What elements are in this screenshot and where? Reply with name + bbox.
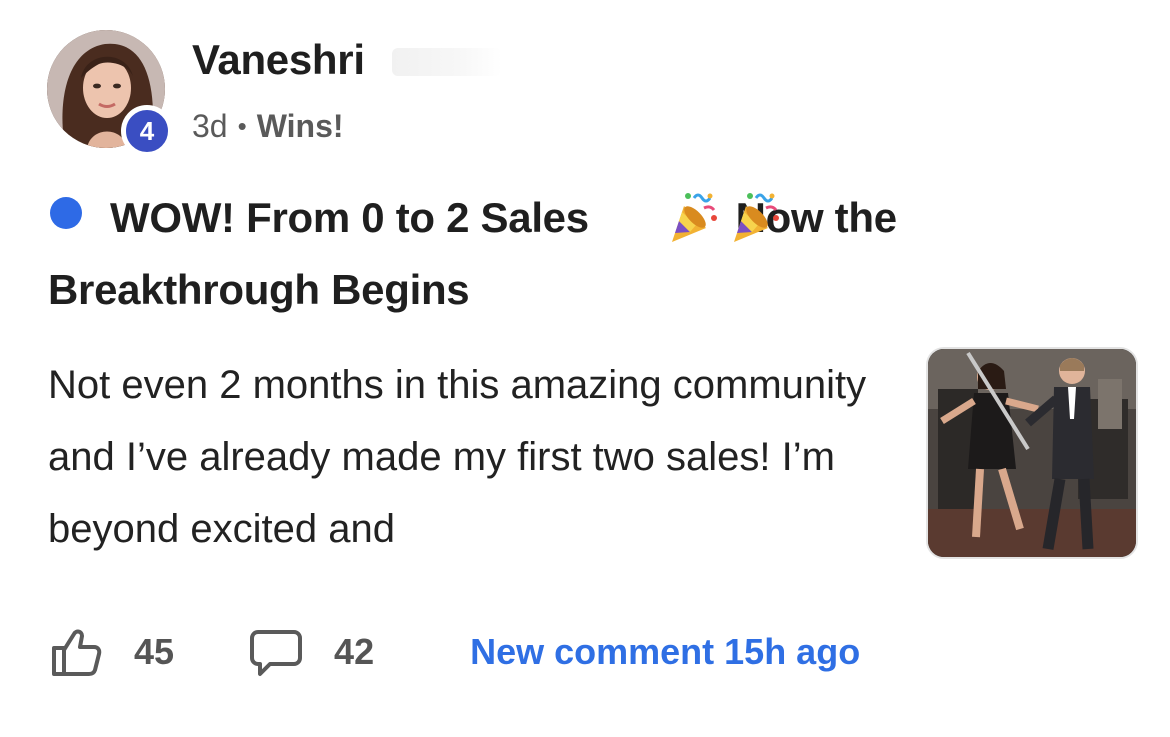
post-category[interactable]: Wins! bbox=[257, 108, 344, 145]
thumbs-up-icon bbox=[48, 624, 104, 680]
post-body[interactable]: Not even 2 months in this amazing commun… bbox=[48, 349, 878, 565]
avatar-container[interactable]: 4 bbox=[47, 30, 173, 157]
party-popper-icon bbox=[602, 188, 718, 246]
comment-button[interactable]: 42 bbox=[248, 624, 374, 680]
like-count: 45 bbox=[134, 631, 175, 672]
author-surname-redacted bbox=[392, 48, 502, 76]
comment-count: 42 bbox=[334, 631, 375, 672]
post-time: 3d bbox=[192, 108, 228, 144]
new-comment-link[interactable]: New comment 15h ago bbox=[470, 631, 860, 673]
post-title-part1: WOW! From 0 to 2 Sales bbox=[110, 194, 589, 241]
level-badge: 4 bbox=[121, 105, 173, 157]
author-name[interactable]: Vaneshri bbox=[192, 36, 365, 84]
party-popper-icon bbox=[664, 188, 780, 246]
comment-bubble-icon bbox=[248, 624, 304, 680]
post-actions: 45 42 New comment 15h ago bbox=[48, 620, 860, 684]
post-thumbnail[interactable] bbox=[926, 347, 1138, 559]
post-title[interactable]: WOW! From 0 to 2 Sales Now the Breakthro… bbox=[48, 182, 988, 326]
post-card[interactable]: 4 Vaneshri 3d • Wins! WOW! From 0 to 2 S… bbox=[0, 0, 1170, 737]
meta-separator: • bbox=[237, 111, 247, 141]
post-meta: 3d • Wins! bbox=[192, 108, 344, 145]
like-button[interactable]: 45 bbox=[48, 624, 174, 680]
celebration-image bbox=[928, 349, 1136, 557]
